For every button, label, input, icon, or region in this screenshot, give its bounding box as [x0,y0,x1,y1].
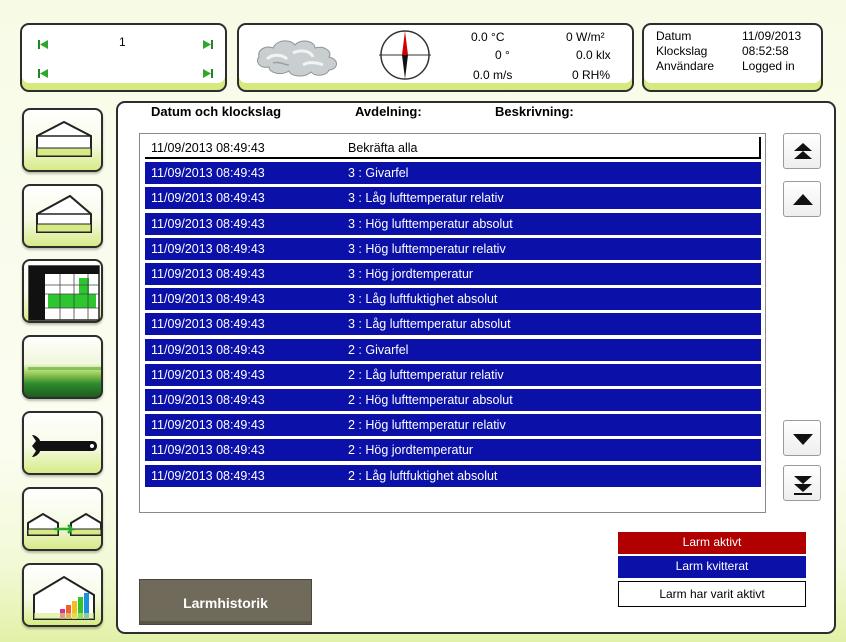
alarm-timestamp: 11/09/2013 08:49:43 [151,267,265,281]
alarm-timestamp: 11/09/2013 08:49:43 [151,367,265,382]
alarm-description: 2 : Hög lufttemperatur absolut [348,393,513,407]
alarm-timestamp: 11/09/2013 08:49:43 [151,292,265,307]
wind-compass-icon [379,30,431,80]
alarm-description: 2 : Hög lufttemperatur relativ [348,418,506,433]
alarm-description: 3 : Givarfel [348,166,409,181]
alarm-description: Bekräfta alla [348,141,418,155]
alarm-history-button[interactable]: Larmhistorik [139,579,312,625]
humidity-value: 0 RH% [572,68,611,82]
wind-speed-value: 0.0 m/s [473,68,513,82]
alarm-timestamp: 11/09/2013 08:49:43 [151,468,265,483]
alarm-row[interactable]: 11/09/2013 08:49:43 2 : Givarfel [145,338,761,361]
wrench-icon [32,435,97,457]
settings-button[interactable] [22,411,103,475]
alarm-row[interactable]: 11/09/2013 08:49:43 3 : Givarfel [145,162,761,185]
skip-last-icon[interactable] [202,68,213,79]
column-header-description: Beskrivning: [495,104,574,119]
alarm-description: 2 : Givarfel [348,342,409,357]
greenhouse-transfer-button[interactable] [22,487,103,551]
alarm-timestamp: 11/09/2013 08:49:43 [151,443,265,458]
alarm-row[interactable]: 11/09/2013 08:49:43 2 : Låg lufttemperatu… [145,363,761,386]
wind-direction-value: 0 ° [495,48,510,62]
greenhouse-alt-button[interactable] [22,184,103,248]
alarm-row[interactable]: 11/09/2013 08:49:43 3 : Låg lufttemperatu… [145,187,761,210]
date-value: 11/09/2013 [742,29,802,43]
alarm-timestamp: 11/09/2013 08:49:43 [151,191,265,206]
user-label: Användare [656,59,715,73]
legend-alarm-was-active: Larm har varit aktivt [618,581,806,607]
column-header-section: Avdelning: [355,104,422,119]
greenhouse-stats-button[interactable] [22,563,103,627]
skip-last-icon[interactable] [202,39,213,50]
climate-chart-icon [28,265,100,321]
alarm-description: 3 : Låg lufttemperatur absolut [348,317,511,332]
alarm-row[interactable]: 11/09/2013 08:49:43 3 : Hög lufttemperatu… [145,237,761,260]
alarm-description: 2 : Låg luftfuktighet absolut [348,468,498,483]
alarm-row[interactable]: 11/09/2013 08:49:43 2 : Hög lufttemperatu… [145,389,761,411]
scroll-up-button[interactable] [783,181,821,217]
time-label: Klockslag [656,44,708,58]
alarm-row[interactable]: 11/09/2013 08:49:43 3 : Låg luftfuktighet… [145,288,761,311]
radiation-value: 0 W/m² [566,30,605,44]
alarm-timestamp: 11/09/2013 08:49:43 [151,166,265,181]
alarm-timestamp: 11/09/2013 08:49:43 [151,393,265,407]
alarm-timestamp: 11/09/2013 08:49:43 [151,317,265,332]
alarm-row[interactable]: 11/09/2013 08:49:43 3 : Låg lufttemperatu… [145,313,761,336]
weather-panel: 0.0 °C 0 ° 0.0 m/s 0 W/m² 0.0 klx 0 RH% [237,23,634,92]
field-icon [28,367,101,370]
alarm-timestamp: 11/09/2013 08:49:43 [151,216,265,231]
info-panel: Datum 11/09/2013 Klockslag 08:52:58 Anvä… [642,23,823,92]
alarm-description: 3 : Låg lufttemperatur relativ [348,191,504,206]
date-label: Datum [656,29,692,43]
field-button[interactable] [22,335,103,399]
alarm-description: 3 : Hög lufttemperatur absolut [348,216,513,231]
time-value: 08:52:58 [742,44,789,58]
skip-first-icon[interactable] [38,68,49,79]
skip-first-icon[interactable] [38,39,49,50]
greenhouse-transfer-icon [27,512,102,536]
nav-counter: 1 [119,35,126,49]
scroll-bottom-icon [794,476,812,495]
alarm-timestamp: 11/09/2013 08:49:43 [151,141,265,155]
alarm-row[interactable]: 11/09/2013 08:49:43 3 : Hög lufttemperatu… [145,212,761,235]
legend-alarm-acknowledged: Larm kvitterat [618,556,806,578]
alarm-row[interactable]: 11/09/2013 08:49:43 Bekräfta alla [145,137,761,159]
scroll-down-icon [793,434,813,445]
scroll-bottom-button[interactable] [783,465,821,501]
temperature-value: 0.0 °C [471,30,505,44]
alarm-description: 2 : Hög jordtemperatur [348,443,474,458]
alarm-row[interactable]: 11/09/2013 08:49:43 2 : Låg luftfuktighet… [145,464,761,487]
legend-alarm-active: Larm aktivt [618,532,806,554]
scroll-top-icon [794,143,812,159]
user-value: Logged in [742,59,795,73]
greenhouse-button[interactable] [22,108,103,172]
greenhouse-stats-icon [33,575,95,620]
weather-cloud-icon [256,40,337,77]
alarm-description: 3 : Låg luftfuktighet absolut [348,292,498,307]
scroll-top-button[interactable] [783,133,821,169]
alarm-timestamp: 11/09/2013 08:49:43 [151,418,265,433]
light-value: 0.0 klx [576,48,611,62]
alarm-list[interactable]: 11/09/2013 08:49:43 Bekräfta alla 11/09/20… [139,133,766,513]
scroll-up-icon [793,194,813,205]
scroll-down-button[interactable] [783,420,821,456]
alarm-timestamp: 11/09/2013 08:49:43 [151,241,265,256]
greenhouse-icon [36,120,92,157]
navigation-panel: 1 [20,23,227,92]
alarm-row[interactable]: 11/09/2013 08:49:43 3 : Hög jordtemperatu… [145,263,761,285]
climate-chart-button[interactable] [22,259,103,323]
greenhouse-alt-icon [36,194,92,233]
alarm-description: 3 : Hög jordtemperatur [348,267,474,281]
alarm-description: 2 : Låg lufttemperatur relativ [348,367,504,382]
alarm-row[interactable]: 11/09/2013 08:49:43 2 : Hög lufttemperatu… [145,414,761,437]
alarm-description: 3 : Hög lufttemperatur relativ [348,241,506,256]
column-header-datetime: Datum och klockslag [151,104,282,119]
alarm-row[interactable]: 11/09/2013 08:49:43 2 : Hög jordtemperatu… [145,439,761,462]
alarm-timestamp: 11/09/2013 08:49:43 [151,342,265,357]
